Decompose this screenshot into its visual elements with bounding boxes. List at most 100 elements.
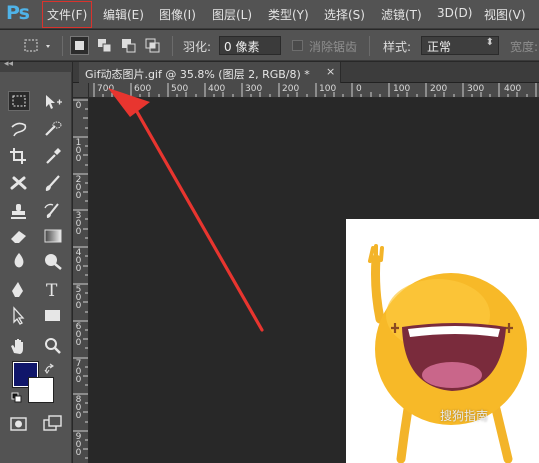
ruler-label: 200 xyxy=(430,84,448,94)
ruler-label: 1 0 0 xyxy=(75,138,82,164)
path-arrow-icon xyxy=(13,306,25,325)
quick-mask-button[interactable] xyxy=(8,414,30,434)
ruler-label: 0 xyxy=(356,84,362,94)
ruler-label: 400 xyxy=(208,84,226,94)
ruler-label: 600 xyxy=(134,84,152,94)
hand-tool[interactable] xyxy=(8,336,30,356)
ruler-label: 9 0 0 xyxy=(75,432,82,458)
eyedropper-icon xyxy=(46,148,61,164)
ruler-label: 4 0 0 xyxy=(75,248,82,274)
options-bar: 羽化: 0 像素 消除锯齿 样式: 正常 ⬍ 宽度: xyxy=(0,30,539,61)
ruler-label: 400 xyxy=(504,84,522,94)
lasso-tool[interactable] xyxy=(8,120,30,140)
toolbox-header[interactable]: ◂◂ xyxy=(0,59,72,72)
ruler-label: 100 xyxy=(319,84,337,94)
menu-layer[interactable]: 图层(L) xyxy=(212,6,252,23)
rectangle-shape-icon xyxy=(45,310,60,321)
path-selection-tool[interactable] xyxy=(8,306,30,326)
history-brush-icon xyxy=(44,203,59,218)
gradient-icon xyxy=(44,229,62,243)
toolbox-panel: ◂◂ T xyxy=(0,59,72,463)
photoshop-logo: Ps xyxy=(6,2,30,24)
menu-view[interactable]: 视图(V) xyxy=(484,6,526,23)
svg-text:T: T xyxy=(46,281,58,300)
quick-selection-tool[interactable] xyxy=(42,120,64,140)
brush-tool[interactable] xyxy=(42,174,64,194)
watermark-text: 搜狗指南 xyxy=(440,409,489,423)
brush-icon xyxy=(45,175,60,191)
chevron-updown-icon: ⬍ xyxy=(485,37,494,48)
ruler-label: 0 xyxy=(75,101,82,111)
menu-type[interactable]: 类型(Y) xyxy=(268,6,309,23)
clone-stamp-tool[interactable] xyxy=(8,202,30,222)
move-tool[interactable] xyxy=(42,93,64,113)
smiley-character-image xyxy=(368,244,527,463)
bandage-icon xyxy=(10,176,27,190)
menu-edit[interactable]: 编辑(E) xyxy=(103,6,144,23)
feather-input[interactable]: 0 像素 xyxy=(219,36,281,55)
menu-select[interactable]: 选择(S) xyxy=(324,6,365,23)
history-brush-tool[interactable] xyxy=(42,202,64,222)
document-tab[interactable]: Gif动态图片.gif @ 35.8% (图层 2, RGB/8) * × xyxy=(79,62,341,83)
type-t-icon: T xyxy=(46,281,58,301)
antialias-checkbox[interactable] xyxy=(292,40,303,51)
menu-3d[interactable]: 3D(D) xyxy=(437,6,472,20)
menu-image[interactable]: 图像(I) xyxy=(159,6,196,23)
ruler-label: 6 0 0 xyxy=(75,322,82,348)
ruler-label: 300 xyxy=(467,84,485,94)
pen-tool[interactable] xyxy=(8,280,30,300)
document-tab-bar: Gif动态图片.gif @ 35.8% (图层 2, RGB/8) * × xyxy=(73,62,539,83)
subtract-from-selection-icon[interactable] xyxy=(120,37,138,55)
close-icon[interactable]: × xyxy=(326,65,335,78)
eraser-icon xyxy=(11,231,26,243)
pen-icon xyxy=(12,282,23,297)
blur-tool[interactable] xyxy=(8,251,30,271)
menu-filter[interactable]: 滤镜(T) xyxy=(381,6,422,23)
horizontal-ruler[interactable]: 700 600 500 400 300 200 100 0 100 200 30… xyxy=(73,83,539,98)
document-tab-title: Gif动态图片.gif @ 35.8% (图层 2, RGB/8) * xyxy=(85,68,310,81)
marquee-preset-icon[interactable] xyxy=(22,37,56,55)
eyedropper-tool[interactable] xyxy=(42,146,64,166)
style-label: 样式: xyxy=(383,40,412,54)
ruler-label: 200 xyxy=(282,84,300,94)
type-tool[interactable]: T xyxy=(42,280,64,301)
rectangular-marquee-tool[interactable] xyxy=(8,91,30,111)
zoom-tool[interactable] xyxy=(42,336,64,356)
new-selection-icon[interactable] xyxy=(70,36,90,56)
eraser-tool[interactable] xyxy=(8,226,30,246)
ruler-label: 8 0 0 xyxy=(75,395,82,421)
dodge-tool[interactable] xyxy=(42,251,64,271)
background-color-swatch[interactable] xyxy=(28,377,54,403)
collapse-icon[interactable]: ◂◂ xyxy=(4,59,13,69)
magnifier-icon xyxy=(45,338,61,354)
swap-colors-icon[interactable] xyxy=(44,363,56,375)
dodge-icon xyxy=(45,254,62,270)
ruler-label: 300 xyxy=(245,84,263,94)
ruler-label: 3 0 0 xyxy=(75,211,82,237)
vertical-ruler[interactable]: 0 1 0 0 2 0 0 3 0 0 4 0 0 5 0 0 6 0 0 7 … xyxy=(73,98,89,463)
menu-file[interactable]: 文件(F) xyxy=(41,1,93,28)
screen-mode-icon xyxy=(43,415,62,431)
add-to-selection-icon[interactable] xyxy=(96,37,114,55)
crop-tool[interactable] xyxy=(8,146,30,166)
move-icon xyxy=(46,95,62,109)
style-select-value: 正常 xyxy=(427,40,452,54)
intersect-selection-icon[interactable] xyxy=(144,37,162,55)
ruler-origin[interactable] xyxy=(73,83,89,98)
antialias-label: 消除锯齿 xyxy=(309,40,358,54)
ruler-label: 100 xyxy=(393,84,411,94)
blur-drop-icon xyxy=(14,253,24,268)
marquee-icon xyxy=(12,95,26,107)
document-canvas[interactable] xyxy=(346,219,539,463)
quick-selection-icon xyxy=(45,121,62,136)
ruler-label: 7 0 0 xyxy=(75,359,82,385)
ruler-label: 500 xyxy=(171,84,189,94)
ruler-label: 2 0 0 xyxy=(75,175,82,201)
crop-icon xyxy=(10,148,26,164)
screen-mode-button[interactable] xyxy=(42,414,64,434)
default-colors-icon[interactable] xyxy=(11,392,23,404)
rectangle-tool[interactable] xyxy=(42,306,64,326)
style-select[interactable]: 正常 ⬍ xyxy=(421,36,499,55)
healing-brush-tool[interactable] xyxy=(8,174,30,194)
gradient-tool[interactable] xyxy=(42,226,64,246)
